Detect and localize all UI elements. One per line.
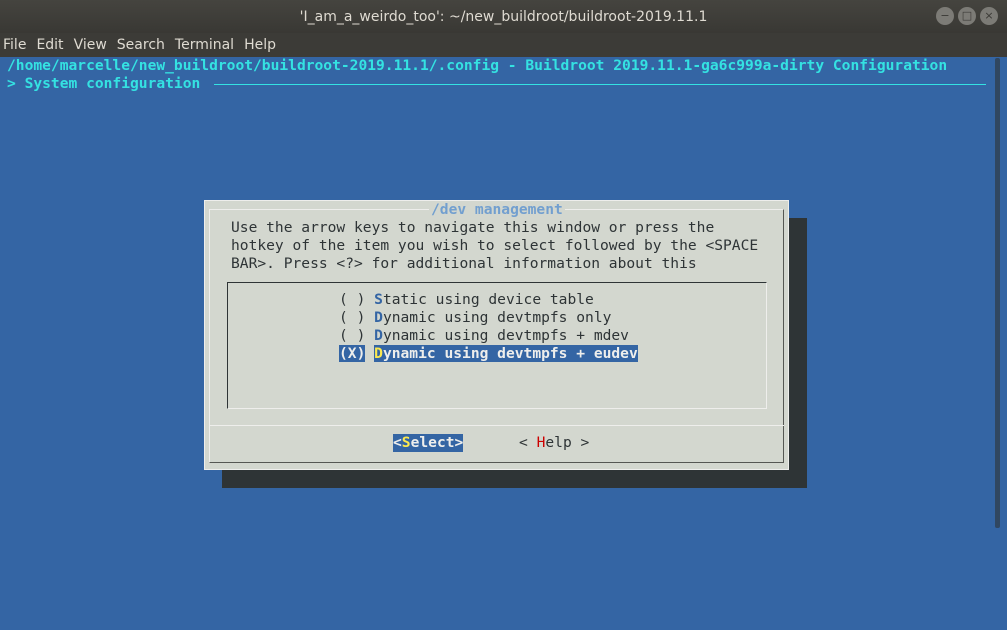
button-label: elect> — [410, 434, 464, 451]
terminal-area[interactable]: /home/marcelle/new_buildroot/buildroot-2… — [0, 57, 1007, 630]
maximize-icon[interactable]: □ — [958, 7, 976, 25]
option-label: ynamic using devtmpfs only — [382, 309, 612, 326]
menu-bar: File Edit View Search Terminal Help — [0, 33, 1007, 57]
dialog-help-text: Use the arrow keys to navigate this wind… — [231, 219, 758, 273]
radio-box[interactable]: ( ) — [339, 327, 365, 344]
select-button[interactable]: <Select> — [393, 434, 464, 452]
option-static-device-table[interactable]: ( ) Static using device table — [339, 291, 594, 309]
help-line: hotkey of the item you wish to select fo… — [231, 237, 759, 254]
menu-terminal[interactable]: Terminal — [174, 37, 235, 53]
menu-help[interactable]: Help — [243, 37, 277, 53]
option-label: ynamic using devtmpfs + eudev — [382, 345, 638, 362]
option-label: ynamic using devtmpfs + mdev — [382, 327, 629, 344]
breadcrumb-rule — [214, 84, 986, 85]
config-path-header: /home/marcelle/new_buildroot/buildroot-2… — [7, 57, 948, 74]
menu-search[interactable]: Search — [116, 37, 166, 53]
button-label: elp > — [545, 434, 590, 451]
options-list: ( ) Static using device table ( ) Dynami… — [227, 282, 767, 409]
close-icon[interactable]: × — [980, 7, 998, 25]
menu-file[interactable]: File — [2, 37, 27, 53]
terminal-scrollbar[interactable] — [995, 58, 1000, 528]
menu-view[interactable]: View — [73, 37, 108, 53]
window-titlebar: 'I_am_a_weirdo_too': ~/new_buildroot/bui… — [0, 0, 1007, 33]
window-controls: − □ × — [936, 7, 998, 25]
option-devtmpfs-eudev[interactable]: (X) Dynamic using devtmpfs + eudev — [339, 345, 638, 363]
button-hotkey: S — [401, 434, 411, 451]
option-devtmpfs-only[interactable]: ( ) Dynamic using devtmpfs only — [339, 309, 611, 327]
breadcrumb: > System configuration — [7, 75, 201, 92]
help-line: BAR>. Press <?> for additional informati… — [231, 255, 697, 272]
window-title: 'I_am_a_weirdo_too': ~/new_buildroot/bui… — [299, 8, 708, 25]
option-hotkey: S — [374, 291, 383, 308]
radio-box[interactable]: ( ) — [339, 291, 365, 308]
help-button[interactable]: < Help > — [519, 434, 589, 452]
minimize-icon[interactable]: − — [936, 7, 954, 25]
radio-box-selected[interactable]: (X) — [339, 345, 366, 362]
option-devtmpfs-mdev[interactable]: ( ) Dynamic using devtmpfs + mdev — [339, 327, 629, 345]
button-bracket: < — [393, 434, 402, 451]
dev-management-dialog: /dev management Use the arrow keys to na… — [204, 200, 789, 470]
help-line: Use the arrow keys to navigate this wind… — [231, 219, 715, 236]
option-hotkey: D — [374, 327, 383, 344]
dialog-title: /dev management — [429, 201, 565, 219]
button-bracket: < — [519, 434, 537, 451]
button-row-divider — [209, 425, 784, 426]
option-hotkey: D — [374, 345, 383, 362]
option-label: tatic using device table — [382, 291, 594, 308]
option-hotkey: D — [374, 309, 383, 326]
menu-edit[interactable]: Edit — [35, 37, 64, 53]
radio-box[interactable]: ( ) — [339, 309, 365, 326]
